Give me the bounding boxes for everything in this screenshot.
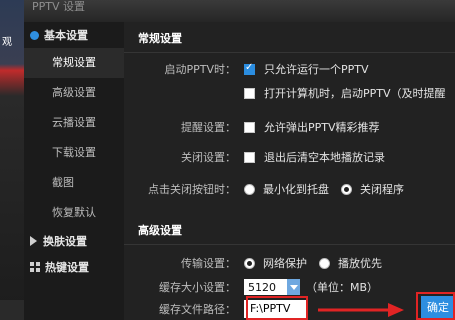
- minimize-radio[interactable]: [244, 183, 255, 195]
- close-row: 关闭设置： 退出后清空本地播放记录: [124, 148, 455, 166]
- sidebar-category-basic[interactable]: 基本设置: [24, 22, 124, 48]
- autostart-label: 打开计算机时，启动PPTV（及时提醒: [264, 87, 446, 100]
- clear-on-exit-checkbox[interactable]: [244, 151, 255, 163]
- transfer-row: 传输设置： 网络保护 播放优先: [124, 254, 455, 272]
- background-app-strip: 观: [0, 0, 24, 320]
- section-title-general: 常规设置: [138, 32, 182, 45]
- exit-label: 关闭程序: [360, 183, 404, 196]
- cache-size-label: 缓存大小设置：: [159, 281, 236, 294]
- minimize-label: 最小化到托盘: [263, 183, 329, 196]
- settings-main-panel: 常规设置 启动PPTV时： 只允许运行一个PPTV 打开计算机时，启动PPTV（…: [124, 22, 455, 320]
- close-button-row: 点击关闭按钮时： 最小化到托盘 关闭程序: [124, 180, 455, 198]
- background-app-text: 观: [2, 37, 12, 48]
- section-title-advanced: 高级设置: [138, 224, 182, 237]
- sidebar-item-advanced[interactable]: 高级设置: [24, 78, 124, 108]
- cache-path-highlight: [246, 296, 308, 320]
- ok-button-highlight: [416, 292, 455, 320]
- background-app-corner: [0, 300, 24, 320]
- sidebar-item-reset[interactable]: 恢复默认: [24, 198, 124, 228]
- close-label: 关闭设置：: [181, 151, 236, 164]
- hotkey-icon: [30, 262, 40, 272]
- red-arrow-icon: [318, 303, 404, 317]
- cache-unit-label: （单位：MB）: [306, 281, 379, 294]
- section-divider: [124, 52, 455, 53]
- settings-sidebar: 基本设置 常规设置 高级设置 云播设置 下载设置 截图 恢复默认 换肤设置 热键…: [24, 22, 124, 320]
- network-protect-label: 网络保护: [263, 257, 307, 270]
- sidebar-item-screenshot[interactable]: 截图: [24, 168, 124, 198]
- transfer-label: 传输设置：: [181, 257, 236, 270]
- sidebar-item-download[interactable]: 下载设置: [24, 138, 124, 168]
- startup-label: 启动PPTV时：: [164, 63, 236, 76]
- clear-on-exit-label: 退出后清空本地播放记录: [264, 151, 385, 164]
- reminder-text: 允许弹出PPTV精彩推荐: [264, 121, 380, 134]
- close-button-label: 点击关闭按钮时：: [148, 183, 236, 196]
- reminder-row: 提醒设置： 允许弹出PPTV精彩推荐: [124, 118, 455, 136]
- single-instance-checkbox[interactable]: [244, 62, 255, 75]
- cache-path-label: 缓存文件路径：: [159, 303, 236, 316]
- sidebar-category-hotkey[interactable]: 热键设置: [24, 254, 124, 280]
- single-instance-label: 只允许运行一个PPTV: [264, 63, 369, 76]
- gear-icon: [30, 30, 39, 40]
- sidebar-category-label: 换肤设置: [43, 235, 87, 248]
- play-first-label: 播放优先: [338, 257, 382, 270]
- sidebar-category-label: 热键设置: [45, 261, 89, 274]
- startup-row: 启动PPTV时： 只允许运行一个PPTV: [124, 60, 455, 78]
- cache-size-value: 5120: [248, 280, 276, 294]
- window-titlebar: PPTV 设置: [24, 0, 455, 22]
- autostart-checkbox[interactable]: [244, 87, 255, 99]
- sidebar-category-label: 基本设置: [44, 29, 88, 42]
- sidebar-category-skin[interactable]: 换肤设置: [24, 228, 124, 254]
- window-title: PPTV 设置: [32, 0, 86, 13]
- sidebar-item-cloud[interactable]: 云播设置: [24, 108, 124, 138]
- cache-size-select[interactable]: 5120: [244, 279, 300, 295]
- autostart-row: 打开计算机时，启动PPTV（及时提醒: [124, 84, 455, 102]
- reminder-checkbox[interactable]: [244, 121, 255, 133]
- dropdown-arrow-icon[interactable]: [287, 279, 300, 295]
- section-divider: [124, 244, 455, 245]
- reminder-label: 提醒设置：: [181, 121, 236, 134]
- sidebar-item-general[interactable]: 常规设置: [24, 48, 124, 78]
- play-first-radio[interactable]: [319, 257, 330, 269]
- cache-size-row: 缓存大小设置： 5120 （单位：MB）: [124, 278, 455, 296]
- network-protect-radio[interactable]: [244, 257, 255, 269]
- exit-radio[interactable]: [341, 183, 352, 195]
- skin-icon: [30, 236, 37, 246]
